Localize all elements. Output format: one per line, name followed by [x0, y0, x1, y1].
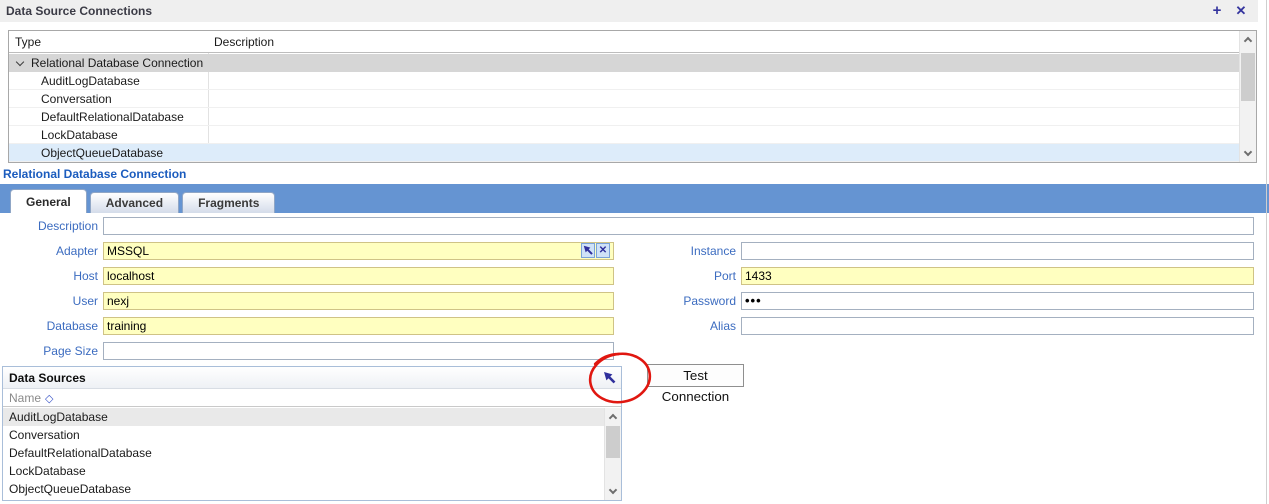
connection-rows: AuditLogDatabase Conversation DefaultRel… [9, 72, 1239, 162]
description-label: Description [0, 219, 103, 233]
user-input[interactable] [103, 292, 614, 310]
page-size-input[interactable] [103, 342, 614, 360]
table-body: Relational Database Connection AuditLogD… [9, 54, 1239, 162]
window-edge-divider [1266, 0, 1267, 504]
list-item-label: Conversation [9, 426, 80, 444]
group-row-relational-database-connection[interactable]: Relational Database Connection [9, 54, 1239, 72]
list-item[interactable]: DefaultRelationalDatabase [3, 444, 604, 462]
description-input[interactable] [103, 217, 1254, 235]
picker-arrow-button[interactable] [581, 243, 595, 258]
panel-title: Data Source Connections [6, 4, 152, 18]
port-input[interactable] [741, 267, 1254, 285]
user-field-row: User [0, 291, 614, 310]
panel-titlebar: Data Source Connections + ✕ [0, 0, 1258, 22]
list-item-label: AuditLogDatabase [9, 408, 108, 426]
scrollbar-thumb[interactable] [1241, 53, 1255, 101]
list-item[interactable]: Conversation [3, 426, 604, 444]
tab[interactable]: Advanced [90, 192, 179, 213]
list-item-label: DefaultRelationalDatabase [9, 444, 152, 462]
database-field-row: Database [0, 316, 614, 335]
column-header-description[interactable]: Description [214, 35, 274, 49]
adapter-label: Adapter [0, 244, 103, 258]
table-row[interactable]: LockDatabase [9, 126, 1239, 144]
host-label: Host [0, 269, 103, 283]
scroll-up-icon[interactable] [605, 408, 621, 425]
table-row[interactable]: AuditLogDatabase [9, 72, 1239, 90]
data-sources-picker-arrow-icon[interactable] [603, 371, 617, 385]
test-connection-button[interactable]: Test Connection [647, 364, 744, 387]
table-row[interactable]: ObjectQueueDatabase [9, 144, 1239, 162]
alias-label: Alias [638, 319, 741, 333]
data-sources-title: Data Sources [9, 371, 86, 385]
add-icon[interactable]: + [1208, 1, 1226, 21]
cursor-arrow-icon [583, 245, 594, 256]
table-row[interactable]: DefaultRelationalDatabase [9, 108, 1239, 126]
column-header-name: Name◇ [9, 389, 53, 408]
data-sources-header: Data Sources [3, 367, 621, 389]
host-field-row: Host [0, 266, 614, 285]
scroll-down-icon[interactable] [605, 483, 621, 500]
scrollbar-thumb[interactable] [606, 426, 620, 458]
page-size-label: Page Size [0, 344, 103, 358]
instance-field-row: Instance [638, 241, 1254, 260]
list-item[interactable]: ObjectQueueDatabase [3, 480, 604, 498]
password-input[interactable] [741, 292, 1254, 310]
tab[interactable]: General [10, 189, 87, 213]
alias-input[interactable] [741, 317, 1254, 335]
database-label: Database [0, 319, 103, 333]
sort-diamond-icon: ◇ [45, 393, 53, 405]
clear-button[interactable]: ✕ [596, 243, 610, 258]
group-row-label: Relational Database Connection [31, 54, 203, 72]
list-item[interactable]: LockDatabase [3, 462, 604, 480]
adapter-picker-buttons: ✕ [581, 243, 610, 258]
description-field-row: Description [0, 216, 1254, 235]
data-sources-panel: Data Sources Name◇ AuditLogDatabase Conv… [2, 366, 622, 501]
user-label: User [0, 294, 103, 308]
row-type-cell: ObjectQueueDatabase [41, 144, 163, 162]
scroll-down-icon[interactable] [1240, 145, 1256, 162]
scroll-up-icon[interactable] [1240, 31, 1256, 48]
table-row[interactable]: Conversation [9, 90, 1239, 108]
host-input[interactable] [103, 267, 614, 285]
row-type-cell: AuditLogDatabase [41, 72, 140, 90]
row-type-cell: Conversation [41, 90, 112, 108]
password-field-row: Password [638, 291, 1254, 310]
data-sources-column-header[interactable]: Name◇ [3, 389, 621, 407]
adapter-field-row: Adapter [0, 241, 614, 260]
list-item[interactable]: AuditLogDatabase [3, 408, 604, 426]
list-item-label: LockDatabase [9, 462, 86, 480]
row-type-cell: DefaultRelationalDatabase [41, 108, 184, 126]
connections-scrollbar[interactable] [1239, 31, 1256, 162]
port-label: Port [638, 269, 741, 283]
chevron-down-icon[interactable] [16, 58, 24, 66]
tab[interactable]: Fragments [182, 192, 275, 213]
adapter-input[interactable] [103, 242, 614, 260]
row-type-cell: LockDatabase [41, 126, 118, 144]
data-sources-scrollbar[interactable] [604, 408, 621, 500]
port-field-row: Port [638, 266, 1254, 285]
instance-input[interactable] [741, 242, 1254, 260]
close-icon[interactable]: ✕ [1232, 1, 1250, 21]
clear-x-icon: ✕ [599, 246, 607, 256]
list-item-label: ObjectQueueDatabase [9, 480, 131, 498]
instance-label: Instance [638, 244, 741, 258]
database-input[interactable] [103, 317, 614, 335]
page-size-field-row: Page Size [0, 341, 614, 360]
app-window: Data Source Connections + ✕ Type Descrip… [0, 0, 1269, 504]
password-label: Password [638, 294, 741, 308]
table-header-row: Type Description [9, 31, 1256, 53]
column-header-type[interactable]: Type [15, 35, 41, 49]
data-sources-list: AuditLogDatabase Conversation DefaultRel… [3, 408, 604, 498]
alias-field-row: Alias [638, 316, 1254, 335]
connections-table: Type Description Relational Database Con… [8, 30, 1257, 163]
detail-heading: Relational Database Connection [3, 167, 186, 181]
detail-tabbar: General Advanced Fragments [0, 184, 1269, 213]
